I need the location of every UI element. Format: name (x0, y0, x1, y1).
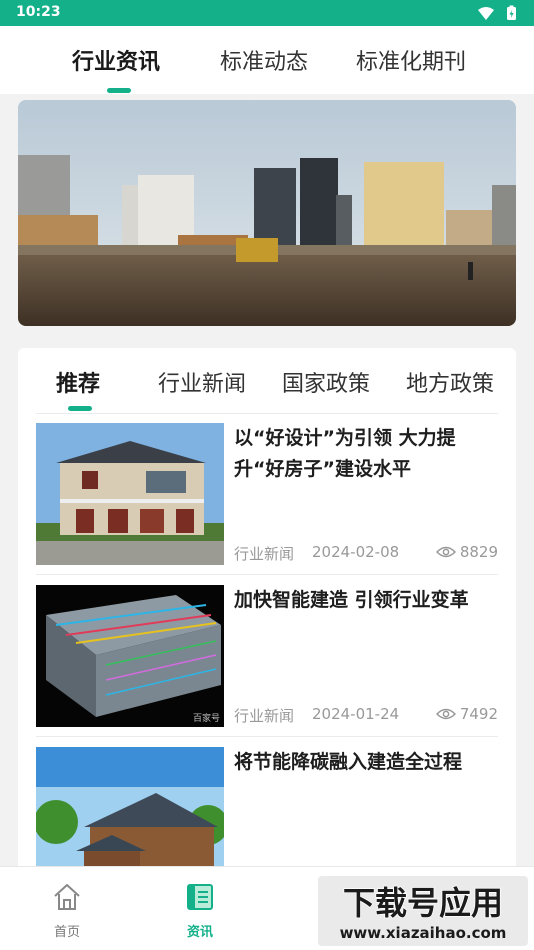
subtab-local-policy[interactable]: 地方政策 (406, 366, 494, 398)
svg-text:下载号应用: 下载号应用 (343, 884, 503, 922)
view-count: 8829 (459, 543, 498, 561)
svg-text:www.xiazaihao.com: www.xiazaihao.com (340, 924, 507, 942)
news-views: 7492 (435, 705, 498, 723)
news-title: 将节能降碳融入建造全过程 (234, 751, 463, 773)
news-thumbnail: 百家号 (36, 585, 224, 727)
battery-icon (507, 5, 516, 20)
news-item[interactable]: 百家号 加快智能建造 引领行业变革 行业新闻 2024-01-24 7492 (36, 575, 498, 737)
news-views: 8829 (435, 543, 498, 561)
home-icon (54, 884, 80, 910)
eye-icon (435, 708, 456, 720)
thumbnail-caption: 百家号 (192, 714, 220, 724)
news-title: 加快智能建造 引领行业变革 (234, 589, 469, 611)
status-time: 10:23 (16, 4, 61, 20)
news-icon (187, 884, 213, 910)
news-thumbnail (36, 423, 224, 565)
news-category: 行业新闻 (234, 707, 295, 725)
tab-standard-news[interactable]: 标准动态 (220, 44, 308, 76)
view-count: 7492 (459, 705, 498, 723)
nav-news[interactable]: 资讯 (160, 881, 240, 940)
news-title: 以“好设计”为引领 大力提升“好房子”建设水平 (234, 427, 456, 480)
news-date: 2024-01-24 (312, 705, 400, 723)
status-bar: 10:23 (0, 0, 534, 26)
active-tab-indicator (107, 88, 131, 93)
news-item[interactable]: 以“好设计”为引领 大力提升“好房子”建设水平 行业新闻 2024-02-08 … (36, 413, 498, 575)
subtab-industry-news[interactable]: 行业新闻 (158, 366, 246, 398)
nav-home-label: 首页 (53, 925, 80, 940)
subtab-recommend[interactable]: 推荐 (56, 366, 100, 398)
status-icons (478, 5, 516, 20)
eye-icon (435, 546, 456, 558)
subtab-national-policy[interactable]: 国家政策 (282, 366, 370, 398)
tab-industry-info[interactable]: 行业资讯 (72, 44, 160, 76)
wifi-icon (478, 7, 494, 20)
news-card: 推荐 行业新闻 国家政策 地方政策 以“好设计”为引领 大力提升“好房子”建设水… (18, 348, 516, 888)
nav-home[interactable]: 首页 (27, 881, 107, 940)
top-tab-bar: 行业资讯 标准动态 标准化期刊 (0, 26, 534, 94)
news-date: 2024-02-08 (312, 543, 400, 561)
news-category: 行业新闻 (234, 545, 295, 563)
active-subtab-indicator (68, 406, 92, 411)
nav-news-label: 资讯 (186, 925, 213, 940)
tab-standard-journal[interactable]: 标准化期刊 (356, 44, 466, 76)
banner-image[interactable] (18, 100, 516, 326)
watermark-logo: 下载号应用 www.xiazaihao.com (318, 876, 528, 946)
